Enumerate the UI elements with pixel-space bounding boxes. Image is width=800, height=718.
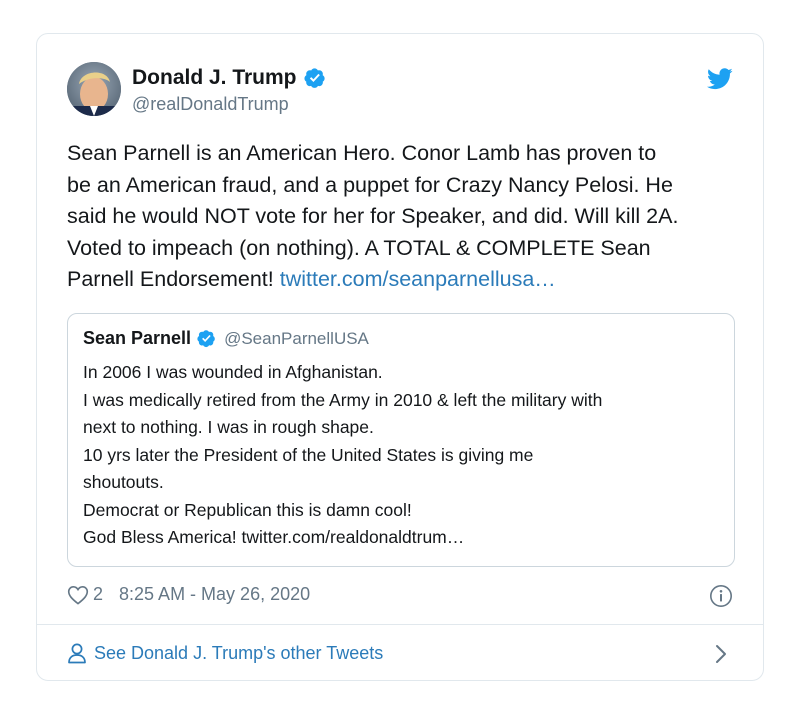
quoted-text-line: Democrat or Republican this is damn cool… [83,499,412,520]
tweet-text-line: be an American fraud, and a puppet for C… [67,172,673,197]
author-avatar[interactable] [67,62,121,116]
quoted-text-line: 10 yrs later the President of the United… [83,444,534,465]
quoted-author-name[interactable]: Sean Parnell [83,328,191,349]
tweet-text-line: Sean Parnell is an American Hero. Conor … [67,141,657,165]
person-icon [67,642,87,664]
quoted-text-line: In 2006 I was wounded in Afghanistan. [83,362,383,382]
chevron-right-icon[interactable] [715,644,727,664]
like-button[interactable]: 2 [67,584,103,605]
tweet-timestamp[interactable]: 8:25 AM - May 26, 2020 [119,584,310,605]
avatar-image [67,62,121,116]
quoted-author-handle[interactable]: @SeanParnellUSA [224,329,369,349]
author-handle[interactable]: @realDonaldTrump [132,94,289,115]
tweet-text-line: said he would NOT vote for her for Speak… [67,204,679,228]
heart-icon [67,585,89,605]
tweet-meta-row: 2 8:25 AM - May 26, 2020 [67,584,310,605]
quoted-text-line: next to nothing. I was in rough shape. [83,417,374,437]
embedded-tweet-card: Donald J. Trump @realDonaldTrump Sean Pa… [36,33,764,681]
verified-badge-icon [197,329,216,348]
see-other-tweets-link[interactable]: See Donald J. Trump's other Tweets [67,642,383,664]
verified-badge-icon [303,67,326,89]
tweet-text: Sean Parnell is an American Hero. Conor … [67,138,739,296]
quoted-tweet[interactable]: Sean Parnell @SeanParnellUSA In 2006 I w… [67,313,735,567]
author-name-row[interactable]: Donald J. Trump [132,66,326,90]
info-icon[interactable] [709,584,733,608]
quoted-text-line: I was medically retired from the Army in… [83,389,603,410]
tweet-text-line: Voted to impeach (on nothing). A TOTAL &… [67,235,651,260]
quoted-text-line: God Bless America! twitter.com/realdonal… [83,527,465,547]
quoted-tweet-text: In 2006 I was wounded in Afghanistan. I … [83,359,723,552]
tweet-link[interactable]: twitter.com/seanparnellusa… [280,267,556,291]
see-other-tweets-label[interactable]: See Donald J. Trump's other Tweets [94,643,383,664]
quoted-text-line: shoutouts. [83,472,164,492]
like-count: 2 [93,584,104,604]
twitter-bird-icon[interactable] [706,68,733,95]
author-display-name[interactable]: Donald J. Trump [132,66,297,90]
footer-divider [37,624,763,625]
quoted-tweet-header: Sean Parnell @SeanParnellUSA [83,328,369,349]
tweet-text-line: Parnell Endorsement! [67,267,280,291]
